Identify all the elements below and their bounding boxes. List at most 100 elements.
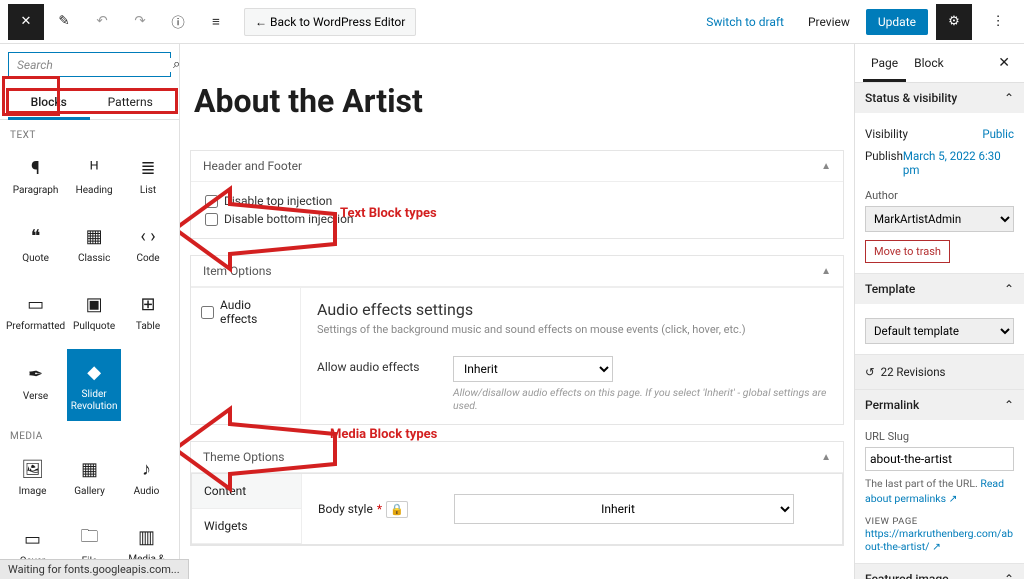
url-slug-input[interactable] <box>865 447 1014 471</box>
collapse-icon[interactable]: ▲ <box>821 161 831 172</box>
permalink-header[interactable]: Permalink⌃ <box>855 390 1024 420</box>
disable-top-injection-checkbox[interactable]: Disable top injection <box>205 192 829 210</box>
template-header[interactable]: Template⌃ <box>855 274 1024 304</box>
body-style-label: Body style <box>318 502 373 516</box>
move-to-trash-button[interactable]: Move to trash <box>865 240 950 263</box>
section-text-label: TEXT <box>0 120 179 145</box>
lock-icon: 🔒 <box>386 501 408 518</box>
block-label: Audio <box>134 486 160 506</box>
update-button[interactable]: Update <box>866 9 928 35</box>
block-label: Paragraph <box>13 185 59 205</box>
disable-bottom-injection-checkbox[interactable]: Disable bottom injection <box>205 210 829 228</box>
body-style-select[interactable]: Inherit <box>454 494 794 524</box>
block-label: Heading <box>76 185 113 205</box>
status-visibility-header[interactable]: Status & visibility⌃ <box>855 83 1024 113</box>
theme-options-title: Theme Options <box>203 450 285 464</box>
block-label: Gallery <box>74 486 105 506</box>
redo-button[interactable]: ↷ <box>122 4 158 40</box>
block-code[interactable]: ‹ › Code <box>121 213 175 281</box>
block-label: Pullquote <box>73 321 115 341</box>
block-icon: ⊞ <box>140 293 155 315</box>
theme-tab-content[interactable]: Content <box>192 474 301 509</box>
annotation-text-blocks: Text Block types <box>340 206 437 221</box>
tab-block[interactable]: Block <box>906 44 952 82</box>
tab-blocks[interactable]: Blocks <box>8 85 90 119</box>
block-icon: 🗀 <box>81 528 99 550</box>
audio-settings-title: Audio effects settings <box>317 300 827 319</box>
settings-button[interactable]: ⚙ <box>936 4 972 40</box>
block-pullquote[interactable]: ▣Pullquote <box>67 281 121 349</box>
block-paragraph[interactable]: ¶Paragraph <box>4 145 67 213</box>
theme-options-box: Theme Options ▲ Content Widgets Body sty… <box>190 441 844 546</box>
author-select[interactable]: MarkArtistAdmin <box>865 206 1014 232</box>
allow-audio-select[interactable]: Inherit <box>453 356 613 382</box>
allow-audio-label: Allow audio effects <box>317 356 437 374</box>
template-select[interactable]: Default template <box>865 318 1014 344</box>
permalink-url[interactable]: https://markruthenberg.com/about-the-art… <box>865 527 1014 553</box>
allow-audio-helper: Allow/disallow audio effects on this pag… <box>453 386 827 412</box>
author-label: Author <box>865 189 1014 202</box>
block-classic[interactable]: ▦Classic <box>67 213 121 281</box>
block-heading[interactable]: ᴴHeading <box>67 145 121 213</box>
details-button[interactable]: ⓘ <box>160 4 196 40</box>
block-label: Quote <box>22 253 49 273</box>
block-inserter-panel: ⌕ Blocks Patterns TEXT ¶ParagraphᴴHeadin… <box>0 44 180 579</box>
block-icon: ❝ <box>31 225 41 247</box>
block-icon: ✒ <box>28 363 43 385</box>
preview-button[interactable]: Preview <box>800 9 858 35</box>
block-search-input[interactable] <box>17 58 173 72</box>
theme-tab-widgets[interactable]: Widgets <box>192 509 301 544</box>
block-image[interactable]: 🖼 Image <box>4 446 61 514</box>
tab-patterns[interactable]: Patterns <box>90 85 172 119</box>
tab-page[interactable]: Page <box>863 44 906 82</box>
block-icon: ≣ <box>140 157 155 179</box>
back-to-wordpress-button[interactable]: ← Back to WordPress Editor <box>244 8 416 36</box>
switch-to-draft-button[interactable]: Switch to draft <box>698 9 792 35</box>
publish-label: Publish <box>865 149 903 177</box>
block-label: Preformatted <box>6 321 65 341</box>
block-icon: ▦ <box>86 225 103 247</box>
browser-status-bar: Waiting for fonts.googleapis.com... <box>0 559 189 579</box>
visibility-value[interactable]: Public <box>982 127 1014 141</box>
block-icon: ▦ <box>81 458 98 480</box>
block-icon: ♪ <box>142 458 151 480</box>
search-icon: ⌕ <box>173 57 180 72</box>
block-slider-revolution[interactable]: ◆Slider Revolution <box>67 349 121 421</box>
block-label: Verse <box>23 391 48 411</box>
view-page-label: VIEW PAGE <box>865 516 1014 527</box>
visibility-label: Visibility <box>865 127 908 141</box>
block-icon: 🖼 <box>21 458 44 480</box>
block-icon: ‹ › <box>140 225 155 247</box>
header-footer-box: Header and Footer ▲ Disable top injectio… <box>190 150 844 239</box>
item-options-box: Item Options ▲ Audio effects Audio effec… <box>190 255 844 425</box>
block-verse[interactable]: ✒ Verse <box>4 349 67 421</box>
annotation-media-blocks: Media Block types <box>330 427 437 442</box>
toggle-inserter-button[interactable]: ✕ <box>8 4 44 40</box>
block-list[interactable]: ≣List <box>121 145 175 213</box>
options-button[interactable]: ⋮ <box>980 4 1016 40</box>
block-table[interactable]: ⊞ Table <box>121 281 175 349</box>
block-audio[interactable]: ♪ Audio <box>118 446 175 514</box>
editor-canvas[interactable]: About the Artist Header and Footer ▲ Dis… <box>180 44 854 579</box>
block-preformatted[interactable]: ▭ Preformatted <box>4 281 67 349</box>
revisions-button[interactable]: ↺ 22 Revisions <box>855 355 1024 390</box>
audio-effects-checkbox[interactable]: Audio effects <box>201 298 290 326</box>
page-title[interactable]: About the Artist <box>190 64 844 150</box>
block-label: Image <box>19 486 47 506</box>
block-gallery[interactable]: ▦ Gallery <box>61 446 118 514</box>
tools-button[interactable]: ✎ <box>46 4 82 40</box>
block-quote[interactable]: ❝ Quote <box>4 213 67 281</box>
block-icon: ▭ <box>27 293 44 315</box>
close-sidebar-button[interactable]: ✕ <box>992 51 1016 75</box>
block-label: Table <box>136 321 160 341</box>
history-icon: ↺ <box>865 365 875 379</box>
collapse-icon[interactable]: ▲ <box>821 266 831 277</box>
audio-settings-subtitle: Settings of the background music and sou… <box>317 323 827 336</box>
block-label: Code <box>136 253 159 273</box>
publish-value[interactable]: March 5, 2022 6:30 pm <box>903 149 1014 177</box>
block-search-wrapper: ⌕ <box>8 52 171 77</box>
collapse-icon[interactable]: ▲ <box>821 452 831 463</box>
outline-button[interactable]: ≡ <box>198 4 234 40</box>
featured-image-header[interactable]: Featured image⌃ <box>855 564 1024 579</box>
undo-button[interactable]: ↶ <box>84 4 120 40</box>
